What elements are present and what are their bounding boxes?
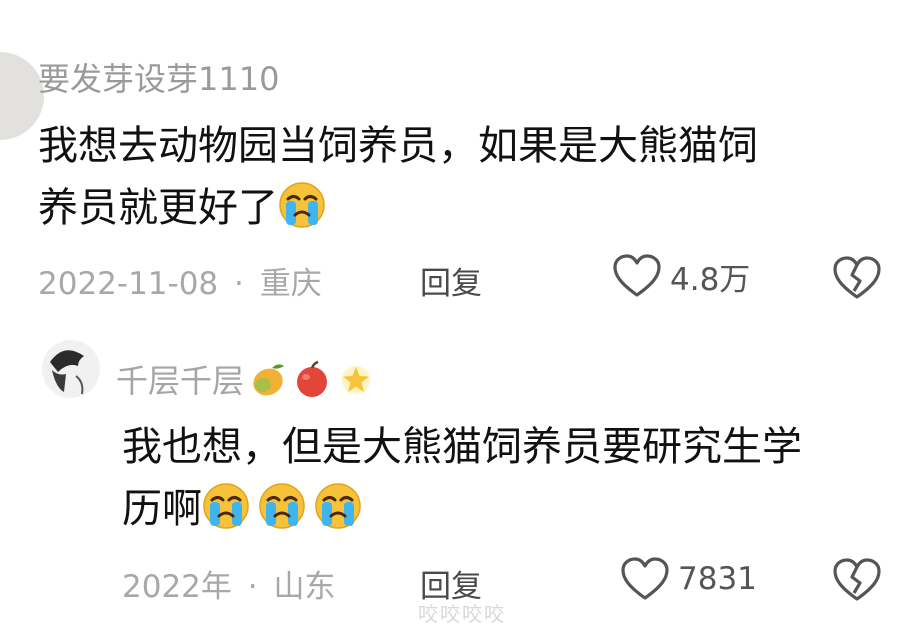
comment-date: 2022-11-08	[38, 266, 219, 302]
reply-text: 我也想，但是大熊猫饲养员要研究生学 历啊	[122, 416, 902, 540]
reply-text-line-1: 我也想，但是大熊猫饲养员要研究生学	[122, 424, 802, 470]
replier-username[interactable]: 千层千层	[116, 356, 244, 402]
crying-face-emoji-icon	[315, 483, 361, 529]
replier-avatar[interactable]	[42, 340, 100, 398]
comment-text-line-1: 我想去动物园当饲养员，如果是大熊猫饲	[38, 123, 758, 169]
mango-emoji-icon	[253, 364, 285, 396]
comment-text-line-2: 养员就更好了	[38, 177, 888, 239]
red-apple-emoji-icon	[297, 360, 328, 397]
comment-like-button[interactable]: 4.8万	[612, 253, 750, 299]
meta-separator: ·	[247, 569, 258, 605]
comment-location: 重庆	[259, 266, 322, 302]
avatar-figure-icon	[50, 350, 84, 395]
crying-face-emoji-icon	[259, 483, 305, 529]
reply-meta: 2022年 · 山东	[122, 561, 335, 606]
meta-separator: ·	[234, 266, 244, 302]
watermark: 咬咬咬咬	[418, 602, 506, 626]
reply-location: 山东	[273, 569, 336, 605]
reply-dislike-button[interactable]	[832, 557, 882, 607]
commenter-username[interactable]: 要发芽设芽1110	[38, 54, 279, 100]
reply-date: 2022年	[122, 569, 232, 605]
crying-face-emoji-icon	[203, 483, 249, 529]
crying-face-emoji-icon	[279, 182, 325, 228]
comment-text-line-2-text: 养员就更好了	[38, 185, 278, 231]
reply-text-line-2: 历啊	[122, 478, 902, 540]
comment-meta: 2022-11-08 · 重庆	[38, 258, 322, 303]
comment-text: 我想去动物园当饲养员，如果是大熊猫饲 养员就更好了	[38, 115, 888, 239]
broken-heart-icon	[833, 558, 881, 601]
comment-dislike-button[interactable]	[832, 255, 882, 305]
broken-heart-icon	[833, 256, 881, 299]
comment-reply-button[interactable]: 回复	[420, 258, 482, 303]
glowing-star-emoji-icon	[342, 366, 371, 394]
replier-username-row: 千层千层	[116, 356, 376, 402]
heart-outline-icon	[613, 254, 661, 297]
heart-outline-icon	[621, 557, 669, 600]
reply-like-count: 7831	[678, 561, 757, 597]
reply-like-button[interactable]: 7831	[620, 556, 757, 602]
reply-text-line-2-text: 历啊	[122, 486, 202, 532]
comment-like-count: 4.8万	[670, 261, 751, 298]
